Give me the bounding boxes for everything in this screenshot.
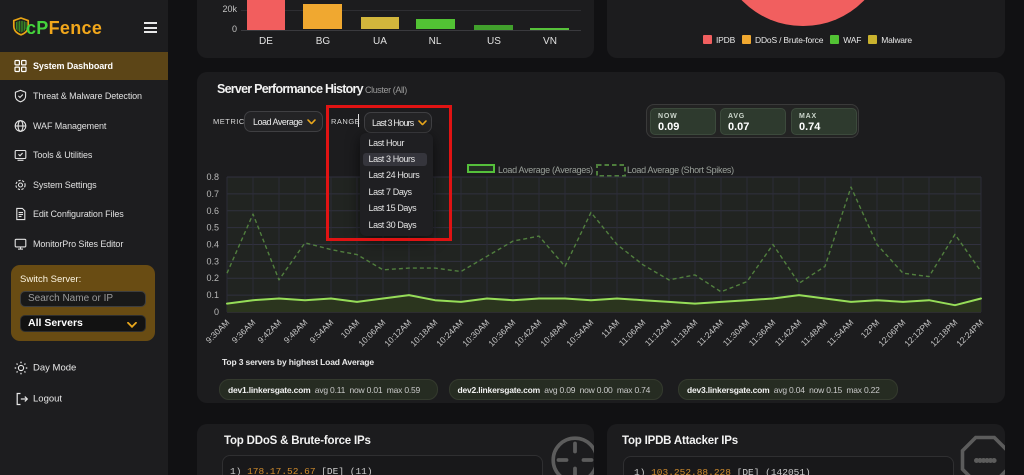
svg-text:9:30AM: 9:30AM: [204, 317, 232, 345]
svg-text:10:48AM: 10:48AM: [538, 317, 569, 348]
svg-text:10AM: 10AM: [339, 317, 362, 340]
svg-text:12PM: 12PM: [859, 317, 882, 340]
svg-text:0.1: 0.1: [206, 290, 219, 300]
svg-text:12:06PM: 12:06PM: [876, 317, 907, 348]
svg-text:11:54AM: 11:54AM: [825, 317, 856, 348]
svg-text:0.4: 0.4: [206, 240, 219, 250]
svg-text:0.3: 0.3: [206, 256, 219, 266]
svg-text:11:18AM: 11:18AM: [669, 317, 700, 348]
svg-text:12:24PM: 12:24PM: [954, 317, 985, 348]
svg-text:10:24AM: 10:24AM: [434, 317, 465, 348]
svg-text:9:48AM: 9:48AM: [282, 317, 310, 345]
svg-text:10:30AM: 10:30AM: [460, 317, 491, 348]
svg-text:10:18AM: 10:18AM: [408, 317, 439, 348]
svg-text:9:36AM: 9:36AM: [230, 317, 258, 345]
svg-text:10:42AM: 10:42AM: [512, 317, 543, 348]
svg-text:11:36AM: 11:36AM: [747, 317, 778, 348]
svg-text:9:42AM: 9:42AM: [256, 317, 284, 345]
svg-text:10:12AM: 10:12AM: [382, 317, 413, 348]
svg-text:10:36AM: 10:36AM: [486, 317, 517, 348]
svg-text:12:18PM: 12:18PM: [928, 317, 959, 348]
svg-text:0.5: 0.5: [206, 223, 219, 233]
svg-text:0.6: 0.6: [206, 206, 219, 216]
svg-text:11:42AM: 11:42AM: [773, 317, 804, 348]
svg-text:11:48AM: 11:48AM: [799, 317, 830, 348]
svg-text:10:06AM: 10:06AM: [356, 317, 387, 348]
svg-text:0.8: 0.8: [206, 172, 219, 182]
svg-text:0.2: 0.2: [206, 273, 219, 283]
svg-text:11:30AM: 11:30AM: [721, 317, 752, 348]
svg-text:11:06AM: 11:06AM: [617, 317, 648, 348]
svg-text:0: 0: [214, 307, 219, 317]
svg-text:11:24AM: 11:24AM: [695, 317, 726, 348]
svg-text:11:12AM: 11:12AM: [643, 317, 674, 348]
svg-text:9:54AM: 9:54AM: [308, 317, 336, 345]
svg-text:0.7: 0.7: [206, 189, 219, 199]
svg-text:10:54AM: 10:54AM: [564, 317, 595, 348]
svg-text:12:12PM: 12:12PM: [902, 317, 933, 348]
svg-text:11AM: 11AM: [599, 317, 621, 339]
